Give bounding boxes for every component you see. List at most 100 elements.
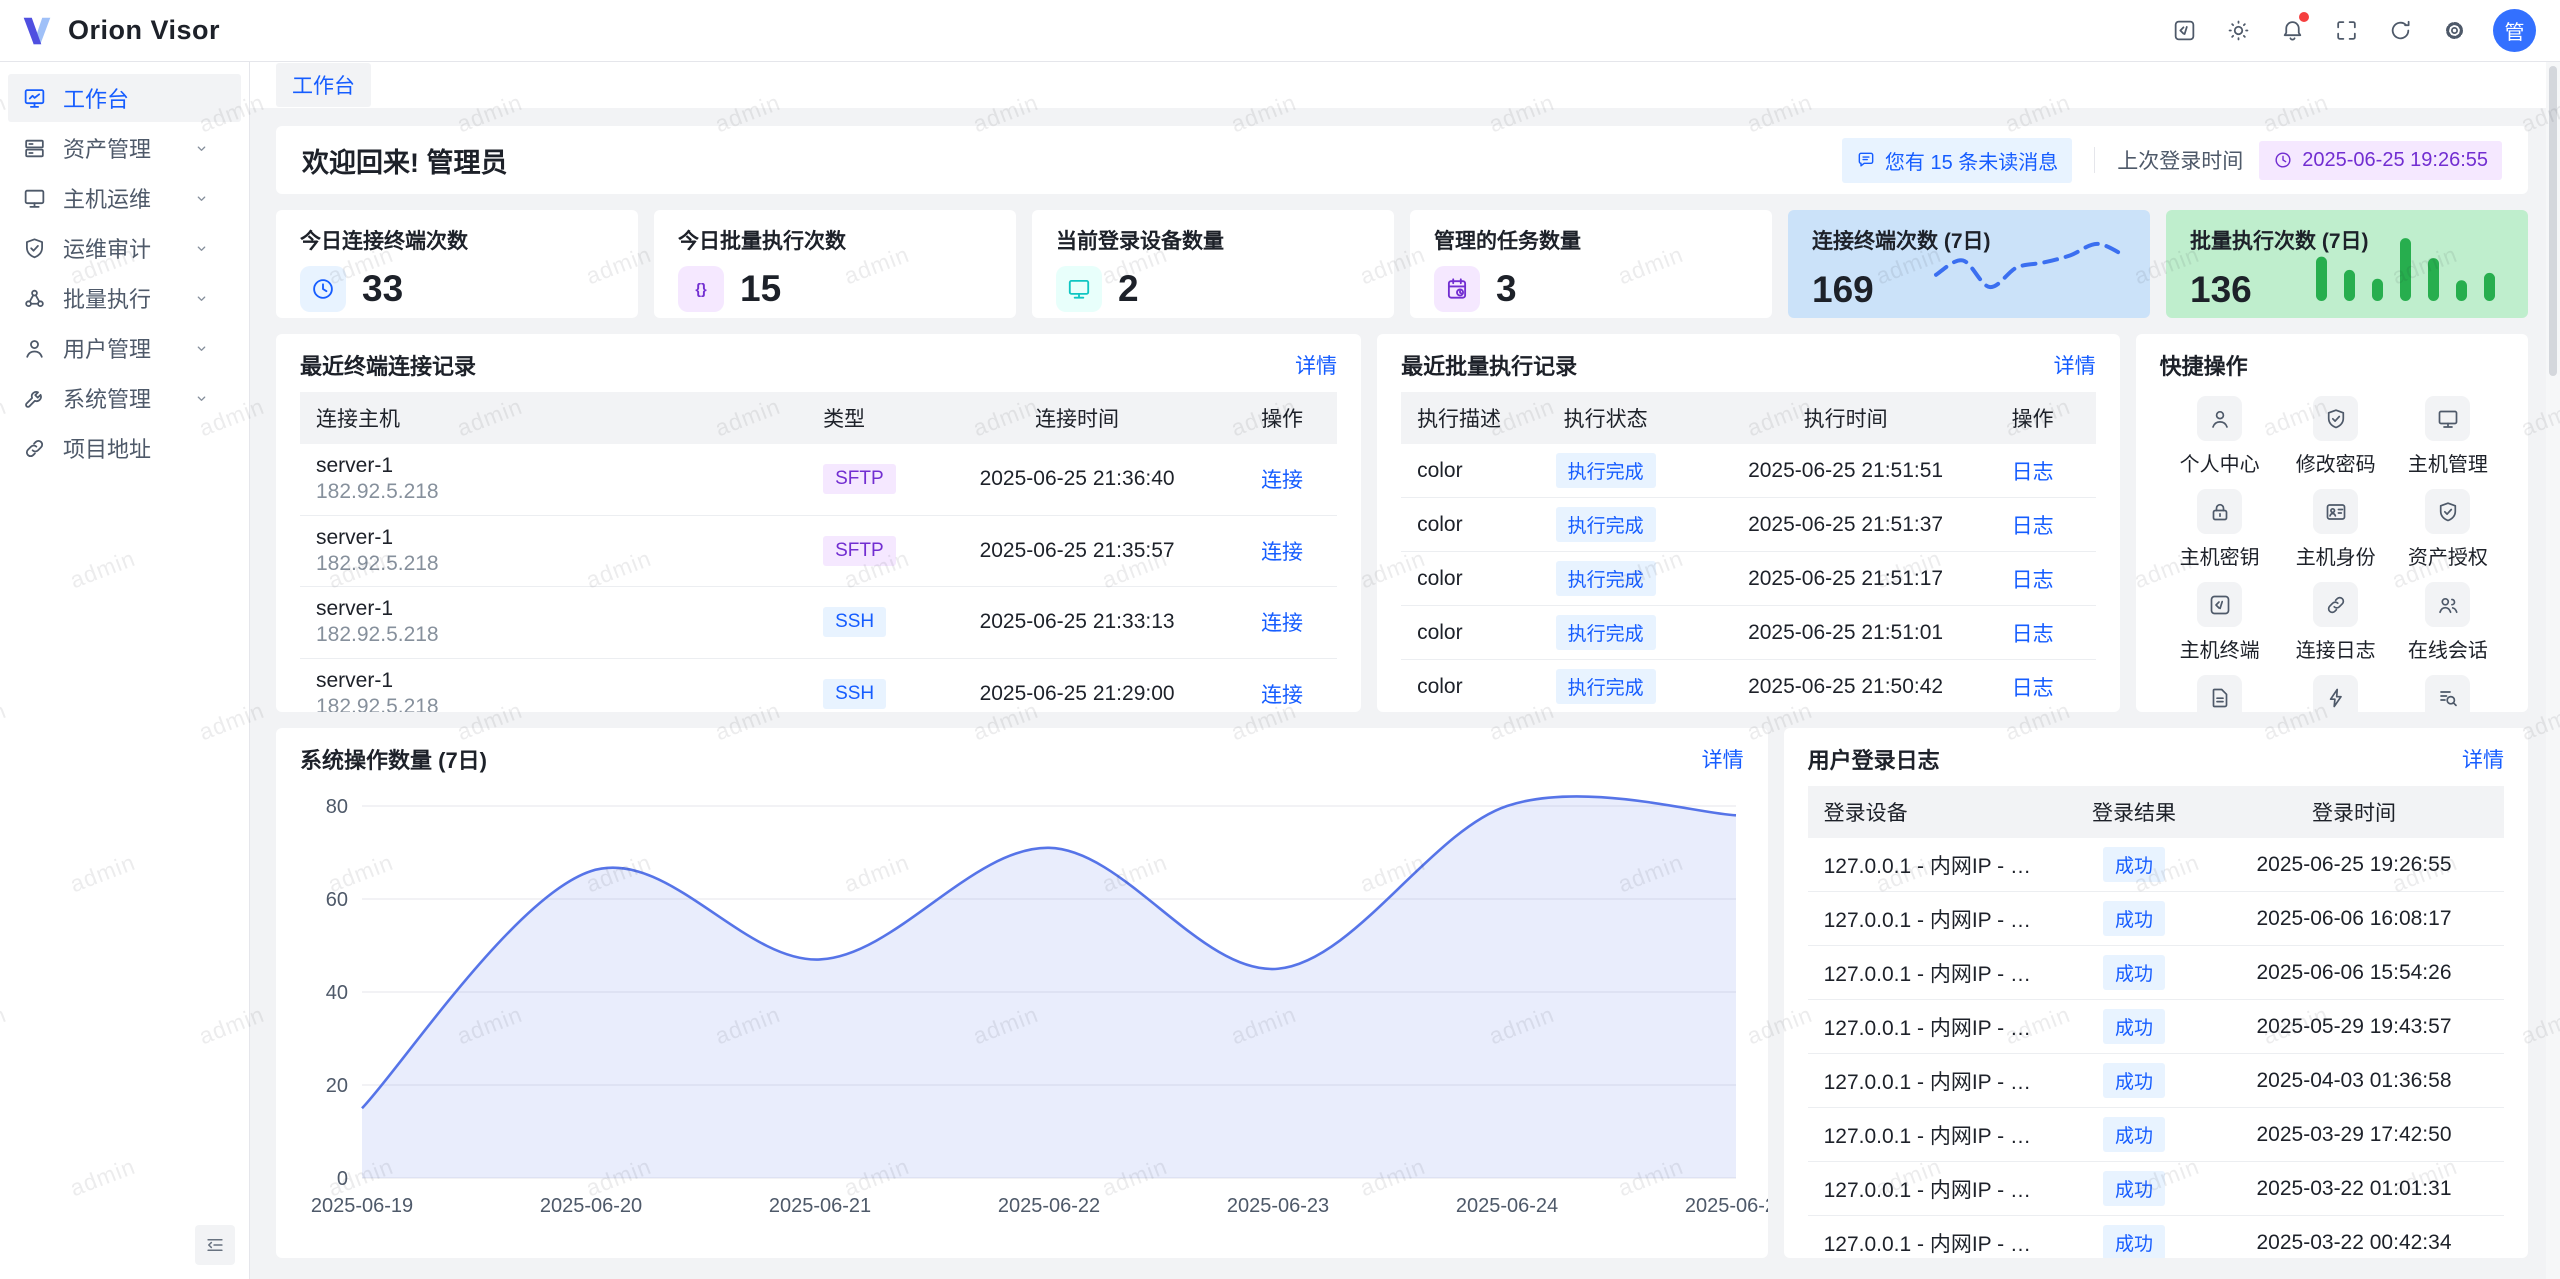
sidebar-item-label: 批量执行 <box>63 282 151 314</box>
exec-description: color <box>1401 660 1516 713</box>
log-link[interactable]: 日志 <box>2012 569 2054 592</box>
breadcrumb-item-workbench[interactable]: 工作台 <box>276 63 371 107</box>
terminal-panel-title: 最近终端连接记录 <box>300 349 476 381</box>
protocol-badge: SFTP <box>823 464 896 494</box>
log-link[interactable]: 日志 <box>2012 677 2054 700</box>
settings-button[interactable] <box>2431 8 2477 54</box>
terminal-connections-table: 连接主机类型连接时间操作 server-1182.92.5.218 SFTP 2… <box>300 392 1337 712</box>
vertical-scrollbar[interactable] <box>2546 62 2560 1279</box>
login-device: 127.0.0.1 - 内网IP - Mozilla/5.0 (Windows … <box>1808 892 2064 946</box>
breadcrumb: 工作台 <box>250 62 2560 108</box>
svg-text:0: 0 <box>337 1168 348 1190</box>
codebox-icon <box>2208 593 2232 617</box>
host-name: server-1 <box>316 596 791 622</box>
quick-action[interactable]: 主机密钥 <box>2160 489 2280 570</box>
sidebar-item[interactable]: 工作台 <box>8 74 241 122</box>
sidebar-item[interactable]: 系统管理 <box>8 374 241 422</box>
quick-action[interactable]: 文件操作日志 <box>2160 675 2280 712</box>
log-link[interactable]: 日志 <box>2012 461 2054 484</box>
login-row: 127.0.0.1 - 内网IP - Mozilla/5.0 (Windows … <box>1808 838 2504 892</box>
connect-link[interactable]: 连接 <box>1261 469 1303 492</box>
sidebar-item[interactable]: 项目地址 <box>8 424 241 472</box>
login-row: 127.0.0.1 - 内网IP - Mozilla/5.0 (Windows … <box>1808 1216 2504 1259</box>
quick-action-label: 主机身份 <box>2296 541 2376 570</box>
sidebar-item[interactable]: 资产管理 <box>8 124 241 172</box>
user-avatar[interactable]: 管 <box>2493 9 2536 52</box>
batch-icon <box>22 286 47 311</box>
svg-text:40: 40 <box>326 982 348 1004</box>
sidebar-item[interactable]: 批量执行 <box>8 274 241 322</box>
host-ip: 182.92.5.218 <box>316 551 791 577</box>
bell-icon <box>2280 18 2305 43</box>
quick-action-label: 主机管理 <box>2408 448 2488 477</box>
collapse-icon <box>204 1234 226 1256</box>
quick-action-label: 主机终端 <box>2180 634 2260 663</box>
connect-link[interactable]: 连接 <box>1261 684 1303 707</box>
column-header: 操作 <box>1227 392 1337 444</box>
clock-icon-box <box>300 266 346 312</box>
refresh-button[interactable] <box>2377 8 2423 54</box>
unread-messages-badge[interactable]: 您有 15 条未读消息 <box>1842 138 2072 183</box>
column-header: 执行时间 <box>1696 392 1996 444</box>
login-row: 127.0.0.1 - 内网IP - Mozilla/5.0 (Windows … <box>1808 1162 2504 1216</box>
terminal-row: server-1182.92.5.218 SFTP 2025-06-25 21:… <box>300 444 1337 515</box>
chevron-icon <box>192 389 211 408</box>
scrollbar-thumb[interactable] <box>2549 66 2557 376</box>
exec-description: color <box>1401 498 1516 552</box>
login-time: 2025-06-06 15:54:26 <box>2204 946 2504 1000</box>
sidebar-item[interactable]: 运维审计 <box>8 224 241 272</box>
connect-link[interactable]: 连接 <box>1261 541 1303 564</box>
quick-action[interactable]: 主机身份 <box>2280 489 2392 570</box>
exec-status-badge: 执行完成 <box>1556 453 1656 488</box>
svg-text:80: 80 <box>326 796 348 818</box>
host-icon-box <box>2425 396 2470 441</box>
quick-action[interactable]: 命令执行 <box>2280 675 2392 712</box>
login-result-badge: 成功 <box>2103 847 2165 882</box>
batch-trend-card: 批量执行次数 (7日) 136 <box>2166 210 2528 318</box>
log-link[interactable]: 日志 <box>2012 623 2054 646</box>
quick-action[interactable]: 连接日志 <box>2280 582 2392 663</box>
code-snippet-button[interactable] <box>2161 8 2207 54</box>
login-logs-table: 登录设备登录结果登录时间 127.0.0.1 - 内网IP - Mozilla/… <box>1808 786 2504 1258</box>
sidebar-item[interactable]: 主机运维 <box>8 174 241 222</box>
login-result-badge: 成功 <box>2103 955 2165 990</box>
host-name: server-1 <box>316 525 791 551</box>
host-ip: 182.92.5.218 <box>316 694 791 712</box>
middle-row: 最近终端连接记录 详情 连接主机类型连接时间操作 server-1182.92.… <box>276 334 2528 712</box>
operations-detail-link[interactable]: 详情 <box>1702 744 1744 774</box>
theme-toggle-button[interactable] <box>2215 8 2261 54</box>
stat-value: 15 <box>740 268 781 310</box>
quick-action[interactable]: 在线会话 <box>2392 582 2504 663</box>
login-time: 2025-06-25 19:26:55 <box>2204 838 2504 892</box>
stat-card: 当前登录设备数量 2 <box>1032 210 1394 318</box>
refresh-icon <box>2388 18 2413 43</box>
notifications-button[interactable] <box>2269 8 2315 54</box>
terminal-detail-link[interactable]: 详情 <box>1295 350 1337 380</box>
filesearch-icon <box>2436 686 2460 710</box>
connect-link[interactable]: 连接 <box>1261 612 1303 635</box>
sidebar-item[interactable]: 用户管理 <box>8 324 241 372</box>
audit-icon-box <box>2313 396 2358 441</box>
quick-action[interactable]: 个人中心 <box>2160 396 2280 477</box>
log-link[interactable]: 日志 <box>2012 515 2054 538</box>
sidebar: 工作台资产管理主机运维运维审计批量执行用户管理系统管理项目地址 <box>0 62 250 1279</box>
quick-action[interactable]: 主机管理 <box>2392 396 2504 477</box>
lock-icon-box <box>2197 489 2242 534</box>
clock-icon <box>2273 150 2293 170</box>
sidebar-collapse-button[interactable] <box>195 1225 235 1265</box>
quick-action[interactable]: 主机终端 <box>2160 582 2280 663</box>
terminal-connections-panel: 最近终端连接记录 详情 连接主机类型连接时间操作 server-1182.92.… <box>276 334 1361 712</box>
batch-detail-link[interactable]: 详情 <box>2054 350 2096 380</box>
operations-chart: 0204060802025-06-192025-06-202025-06-212… <box>300 788 1750 1220</box>
quick-action[interactable]: 执行日志 <box>2392 675 2504 712</box>
exec-description: color <box>1401 606 1516 660</box>
quick-action[interactable]: 资产授权 <box>2392 489 2504 570</box>
link-icon <box>2324 593 2348 617</box>
exec-description: color <box>1401 552 1516 606</box>
stat-label: 管理的任务数量 <box>1434 225 1748 255</box>
quick-action[interactable]: 修改密码 <box>2280 396 2392 477</box>
stat-value: 2 <box>1118 268 1139 310</box>
sidebar-item-label: 工作台 <box>63 82 129 114</box>
fullscreen-button[interactable] <box>2323 8 2369 54</box>
login-detail-link[interactable]: 详情 <box>2462 744 2504 774</box>
